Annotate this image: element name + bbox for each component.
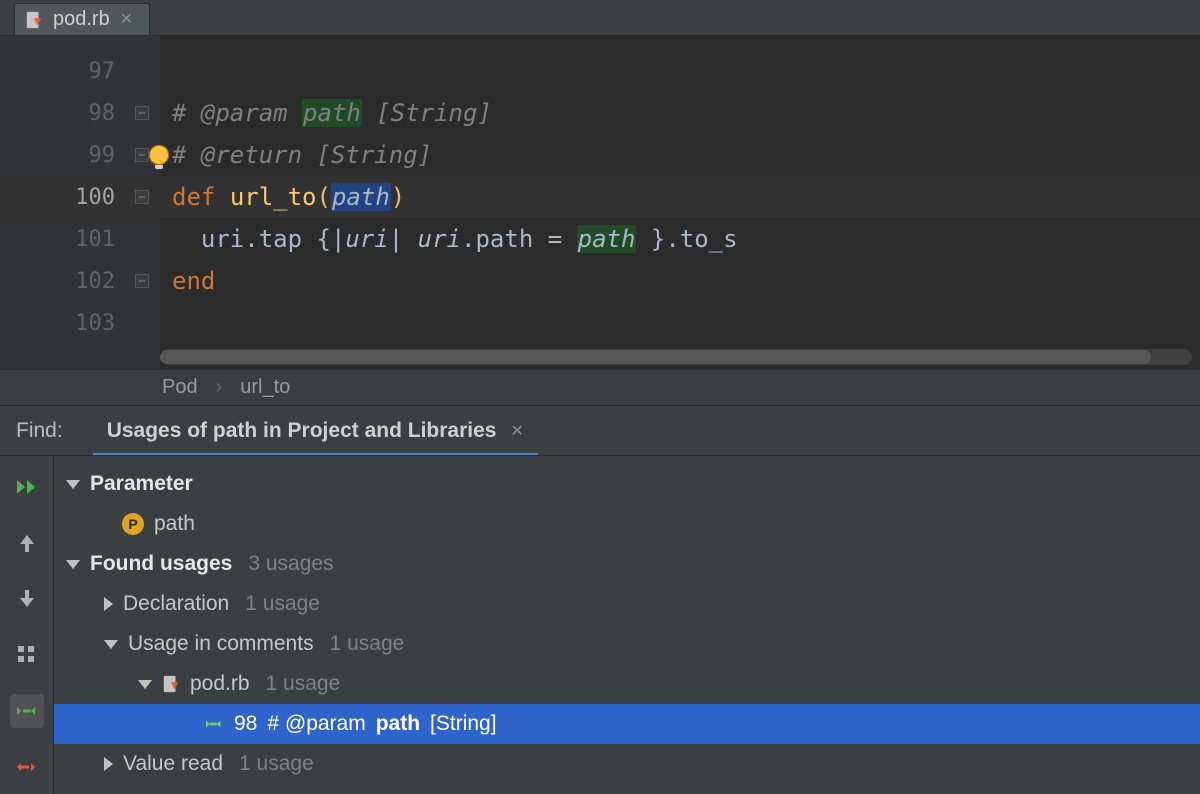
find-tab-title: Usages of path in Project and Libraries — [107, 419, 497, 443]
preview-toggle-button[interactable] — [10, 694, 44, 728]
tree-group-declaration[interactable]: Declaration 1 usage — [54, 584, 1200, 624]
group-by-button[interactable] — [10, 638, 44, 672]
parameter-badge-icon: P — [122, 513, 144, 535]
tree-param-name: path — [154, 512, 195, 536]
tree-header-label: Found usages — [90, 552, 232, 576]
arrow-up-icon — [16, 532, 38, 554]
tree-file-row[interactable]: pod.rb 1 usage — [54, 664, 1200, 704]
read-access-icon — [206, 715, 224, 733]
code-line — [160, 50, 1200, 92]
breadcrumb-item[interactable]: Pod — [162, 376, 198, 399]
tree-group-comments[interactable]: Usage in comments 1 usage — [54, 624, 1200, 664]
gutter-line: 102 — [0, 260, 159, 302]
fold-handle-icon[interactable] — [135, 274, 149, 288]
expand-toggle-icon[interactable] — [66, 560, 80, 569]
editor-tabbar: pod.rb ✕ — [0, 0, 1200, 36]
expand-toggle-icon[interactable] — [66, 480, 80, 489]
expand-toggle-icon[interactable] — [138, 680, 152, 689]
fold-handle-icon[interactable] — [135, 190, 149, 204]
rerun-button[interactable] — [10, 470, 44, 504]
gutter-line: 103 — [0, 302, 159, 344]
close-icon[interactable]: ✕ — [510, 421, 523, 441]
diff-green-icon — [15, 702, 39, 720]
code-editor[interactable]: 97 98 99 100 101 102 103 # @param path [… — [0, 36, 1200, 369]
close-icon[interactable]: ✕ — [120, 12, 133, 28]
expand-toggle-icon[interactable] — [104, 597, 113, 611]
code-line: # @return [String] — [160, 134, 1200, 176]
gutter-line: 97 — [0, 50, 159, 92]
find-toolbar — [0, 456, 54, 794]
find-label: Find: — [16, 419, 63, 443]
arrow-down-icon — [16, 588, 38, 610]
tree-header-parameter[interactable]: Parameter — [54, 464, 1200, 504]
usage-text-prefix: # @param — [267, 712, 365, 736]
grid-icon — [16, 644, 38, 666]
usages-tree[interactable]: Parameter P path Found usages 3 usages D… — [54, 456, 1200, 794]
code-line: def url_to(path) — [160, 176, 1200, 218]
code-line — [160, 302, 1200, 344]
file-name: pod.rb — [190, 672, 250, 696]
breadcrumb-item[interactable]: url_to — [240, 376, 290, 399]
find-panel-body: Parameter P path Found usages 3 usages D… — [0, 455, 1200, 794]
prev-occurrence-button[interactable] — [10, 526, 44, 560]
expand-toggle-icon[interactable] — [104, 757, 113, 771]
next-occurrence-button[interactable] — [10, 582, 44, 616]
file-tab-pod-rb[interactable]: pod.rb ✕ — [14, 3, 150, 35]
editor-content[interactable]: # @param path [String] # @return [String… — [160, 36, 1200, 369]
gutter-line: 100 — [0, 176, 159, 218]
scrollbar-thumb[interactable] — [160, 350, 1151, 364]
expand-toggle-icon[interactable] — [104, 640, 118, 649]
code-line: uri.tap {|uri| uri.path = path }.to_s — [160, 218, 1200, 260]
group-label: Value read — [123, 752, 223, 776]
gutter-line: 99 — [0, 134, 159, 176]
file-tab-label: pod.rb — [53, 8, 110, 31]
usage-count: 1 usage — [330, 632, 405, 656]
chevron-right-icon: › — [216, 376, 223, 399]
usage-match-word: path — [376, 712, 420, 736]
group-label: Usage in comments — [128, 632, 314, 656]
gutter-line: 101 — [0, 218, 159, 260]
export-button[interactable] — [10, 750, 44, 784]
breadcrumb: Pod › url_to — [0, 369, 1200, 405]
find-panel-header: Find: Usages of path in Project and Libr… — [0, 405, 1200, 455]
code-line: end — [160, 260, 1200, 302]
usage-count: 1 usage — [239, 752, 314, 776]
group-label: Declaration — [123, 592, 229, 616]
fold-handle-icon[interactable] — [135, 148, 149, 162]
usage-count: 1 usage — [245, 592, 320, 616]
tree-header-label: Parameter — [90, 472, 193, 496]
fold-handle-icon[interactable] — [135, 106, 149, 120]
tree-usage-row[interactable]: 98 # @param path [String] — [54, 704, 1200, 744]
usage-text-suffix: [String] — [430, 712, 497, 736]
tree-param-row[interactable]: P path — [54, 504, 1200, 544]
gutter-line: 98 — [0, 92, 159, 134]
diff-red-icon — [15, 758, 39, 776]
editor-gutter: 97 98 99 100 101 102 103 — [0, 36, 160, 369]
tree-group-value-read[interactable]: Value read 1 usage — [54, 744, 1200, 784]
find-results-tab[interactable]: Usages of path in Project and Libraries … — [93, 410, 538, 456]
usage-line-number: 98 — [234, 712, 257, 736]
usage-count: 3 usages — [248, 552, 333, 576]
ruby-file-icon — [25, 11, 43, 29]
code-line: # @param path [String] — [160, 92, 1200, 134]
usage-count: 1 usage — [266, 672, 341, 696]
ruby-file-icon — [162, 675, 180, 693]
rerun-icon — [15, 478, 39, 496]
horizontal-scrollbar[interactable] — [160, 349, 1192, 365]
tree-header-found[interactable]: Found usages 3 usages — [54, 544, 1200, 584]
